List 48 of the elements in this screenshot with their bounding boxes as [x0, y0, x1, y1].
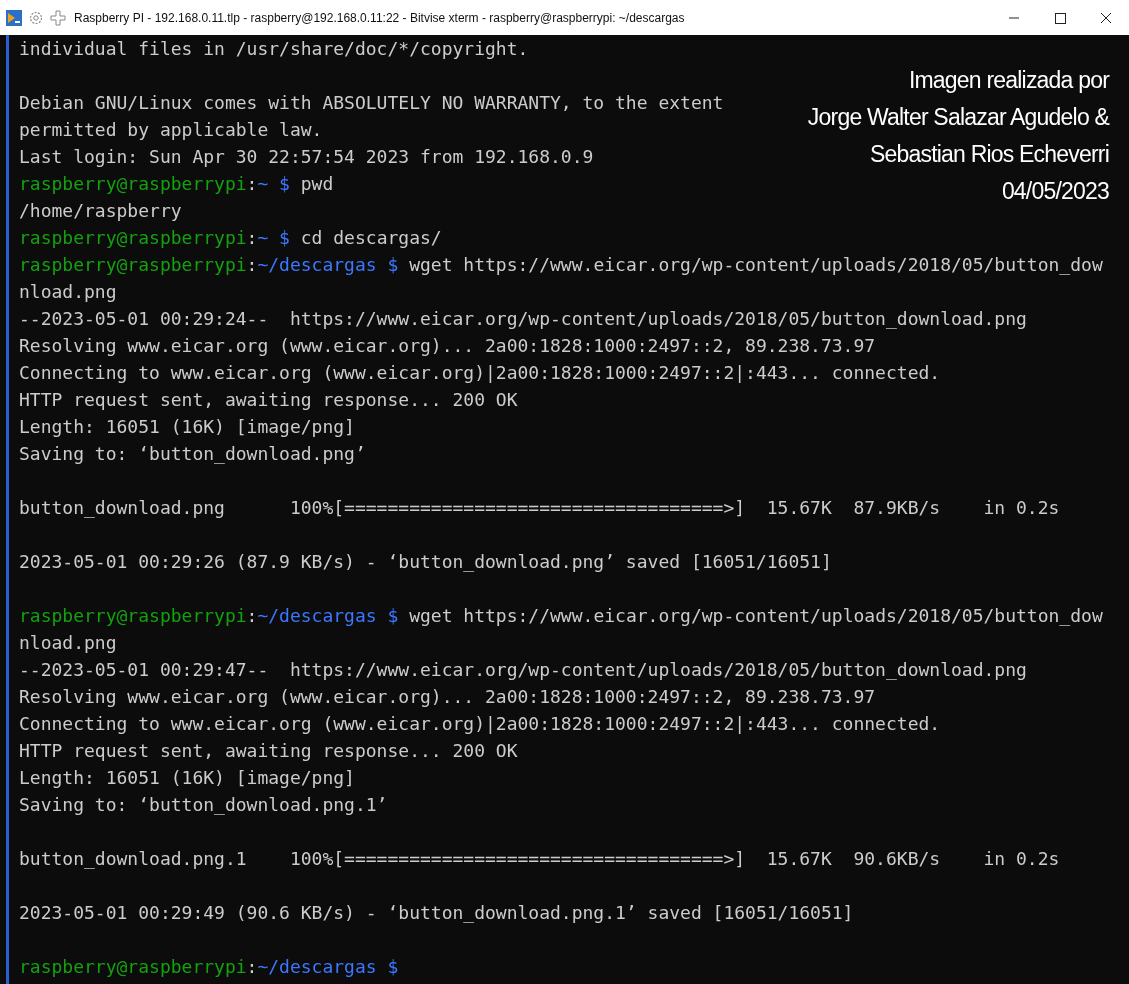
terminal-line: Length: 16051 (16K) [image/png]: [19, 415, 355, 439]
prompt-path: ~ $: [257, 226, 290, 250]
prompt-separator: :: [246, 172, 258, 196]
caption-text: Imagen realizada por: [908, 67, 1109, 94]
terminal-line: 2023-05-01 00:29:49 (90.6 KB/s) - ‘button_download.png.1’ saved [16051/16051]: [19, 901, 854, 925]
terminal-line: --2023-05-01 00:29:47-- https://www.eicar.org/wp-content/uploads/2018/05/button_download.png: [19, 658, 1027, 682]
terminal-line: Length: 16051 (16K) [image/png]: [19, 766, 355, 790]
prompt-user: raspberry@raspberrypi: [19, 172, 247, 196]
prompt-path: ~ $: [257, 172, 290, 196]
terminal-line: Resolving www.eicar.org (www.eicar.org)... 2a00:1828:1000:2497::2, 89.238.73.97: [19, 334, 876, 358]
terminal-line: permitted by applicable law.: [19, 118, 323, 142]
prompt-user: raspberry@raspberrypi: [19, 955, 247, 979]
prompt-separator: :: [246, 253, 258, 277]
terminal-line: button_download.png 100%[===================================>] 15.67K 87.9KB/s in 0.2s: [19, 496, 1060, 520]
terminal-line: Saving to: ‘button_download.png’: [19, 442, 366, 466]
prompt-user: raspberry@raspberrypi: [19, 226, 247, 250]
terminal-line: Last login: Sun Apr 30 22:57:54 2023 from 192.168.0.9: [19, 145, 594, 169]
prompt-separator: :: [246, 604, 258, 628]
prompt-path: ~/descargas $: [257, 253, 399, 277]
prompt-user: raspberry@raspberrypi: [19, 604, 247, 628]
terminal-line: --2023-05-01 00:29:24-- https://www.eicar.org/wp-content/uploads/2018/05/button_download.png: [19, 307, 1027, 331]
terminal-line: individual files in /usr/share/doc/*/copyright.: [19, 37, 529, 61]
command-text: pwd: [299, 172, 334, 196]
caption-text: Jorge Walter Salazar Agudelo &: [807, 104, 1109, 131]
terminal-line: HTTP request sent, awaiting response... 200 OK: [19, 388, 518, 412]
prompt-path: ~/descargas $: [257, 604, 399, 628]
command-text: wget https://www.eicar.org/wp-content/uploads/2018/05/button_dow: [408, 253, 1103, 277]
terminal-line: nload.png: [19, 631, 117, 655]
terminal-line: nload.png: [19, 280, 117, 304]
window-title: Raspberry PI - 192.168.0.11.tlp - raspberry@192.168.0.11:22 - Bitvise xterm - raspberry@raspberrypi: ~/descargas: [74, 10, 685, 25]
terminal-line: Connecting to www.eicar.org (www.eicar.org)|2a00:1828:1000:2497::2|:443... connected.: [19, 712, 941, 736]
terminal-line: Connecting to www.eicar.org (www.eicar.org)|2a00:1828:1000:2497::2|:443... connected.: [19, 361, 941, 385]
prompt-separator: :: [246, 226, 258, 250]
prompt-user: raspberry@raspberrypi: [19, 253, 247, 277]
terminal-line: Saving to: ‘button_download.png.1’: [19, 793, 388, 817]
terminal-line: 2023-05-01 00:29:26 (87.9 KB/s) - ‘button_download.png’ saved [16051/16051]: [19, 550, 832, 574]
gear-icon[interactable]: [28, 9, 44, 26]
prompt-separator: :: [246, 955, 258, 979]
command-text: wget https://www.eicar.org/wp-content/uploads/2018/05/button_dow: [408, 604, 1103, 628]
terminal-line: HTTP request sent, awaiting response... 200 OK: [19, 739, 518, 763]
terminal-line: Debian GNU/Linux comes with ABSOLUTELY NO WARRANTY, to the extent: [19, 91, 724, 115]
command-text: cd descargas/: [299, 226, 442, 250]
terminal-line: button_download.png.1 100%[===================================>] 15.67K 90.6KB/s in 0.2s: [19, 847, 1060, 871]
terminal-line: Resolving www.eicar.org (www.eicar.org)... 2a00:1828:1000:2497::2, 89.238.73.97: [19, 685, 876, 709]
prompt-path: ~/descargas $: [257, 955, 399, 979]
terminal-line: /home/raspberry: [19, 199, 182, 223]
plus-icon[interactable]: [50, 9, 66, 26]
app-icon[interactable]: [6, 9, 22, 26]
